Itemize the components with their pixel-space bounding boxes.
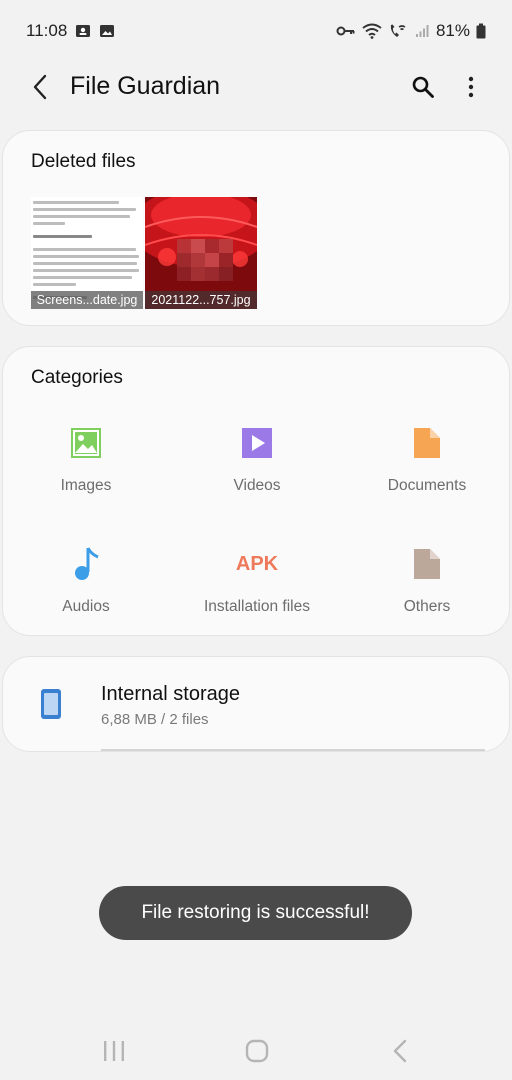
internal-storage-card[interactable]: Internal storage 6,88 MB / 2 files xyxy=(2,656,510,752)
category-audios[interactable]: Audios xyxy=(1,546,171,636)
category-label: Documents xyxy=(387,477,467,494)
image-icon xyxy=(99,23,115,39)
file-icon xyxy=(409,546,445,582)
wifi-icon xyxy=(362,23,382,39)
battery-level: 81% xyxy=(435,21,470,40)
search-icon[interactable] xyxy=(408,72,438,102)
system-nav-bar xyxy=(0,1020,512,1080)
deleted-file-thumbnail[interactable]: 2021122...757.jpg xyxy=(145,197,257,309)
page-title: File Guardian xyxy=(70,72,221,100)
contact-card-icon xyxy=(75,23,91,39)
category-documents[interactable]: Documents xyxy=(342,425,512,515)
document-preview xyxy=(33,197,141,299)
battery-icon xyxy=(476,23,486,39)
thumbnail-caption: 2021122...757.jpg xyxy=(145,291,257,309)
category-videos[interactable]: Videos xyxy=(172,425,342,515)
apk-icon: APK xyxy=(227,546,287,582)
deleted-files-card: Deleted files Screens...date.jpg 2021122… xyxy=(2,130,510,326)
apk-icon-text: APK xyxy=(235,552,279,575)
status-bar: 11:08 81% xyxy=(0,0,512,62)
toast-message: File restoring is successful! xyxy=(99,886,412,940)
category-label: Images xyxy=(60,477,112,494)
app-bar: File Guardian xyxy=(0,62,512,112)
back-arrow-icon[interactable] xyxy=(26,72,56,102)
storage-title: Internal storage xyxy=(101,683,240,705)
vpn-key-icon xyxy=(336,23,356,39)
category-label: Installation files xyxy=(204,598,310,615)
category-images[interactable]: Images xyxy=(1,425,171,515)
phone-icon xyxy=(39,687,63,721)
categories-title: Categories xyxy=(31,367,123,388)
storage-usage: 6,88 MB / 2 files xyxy=(101,711,209,728)
categories-card: Categories Images Videos Documents Audio… xyxy=(2,346,510,636)
home-icon[interactable] xyxy=(245,1039,269,1063)
category-label: Audios xyxy=(62,598,110,615)
category-installation-files[interactable]: APK Installation files xyxy=(172,546,342,636)
music-note-icon xyxy=(68,546,104,582)
wifi-call-icon xyxy=(388,23,408,39)
document-icon xyxy=(409,425,445,461)
signal-icon xyxy=(414,23,430,39)
category-label: Others xyxy=(403,598,451,615)
category-label: Videos xyxy=(233,477,281,494)
recent-apps-icon[interactable] xyxy=(102,1040,126,1062)
toast-text: File restoring is successful! xyxy=(141,902,370,923)
storage-divider xyxy=(101,749,485,751)
back-icon[interactable] xyxy=(390,1039,410,1063)
thumbnail-caption: Screens...date.jpg xyxy=(31,291,143,309)
category-others[interactable]: Others xyxy=(342,546,512,636)
status-time: 11:08 xyxy=(26,21,68,40)
deleted-files-title: Deleted files xyxy=(31,151,136,172)
more-vert-icon[interactable] xyxy=(458,72,484,102)
deleted-file-thumbnail[interactable]: Screens...date.jpg xyxy=(31,197,143,309)
video-icon xyxy=(239,425,275,461)
image-icon xyxy=(68,425,104,461)
